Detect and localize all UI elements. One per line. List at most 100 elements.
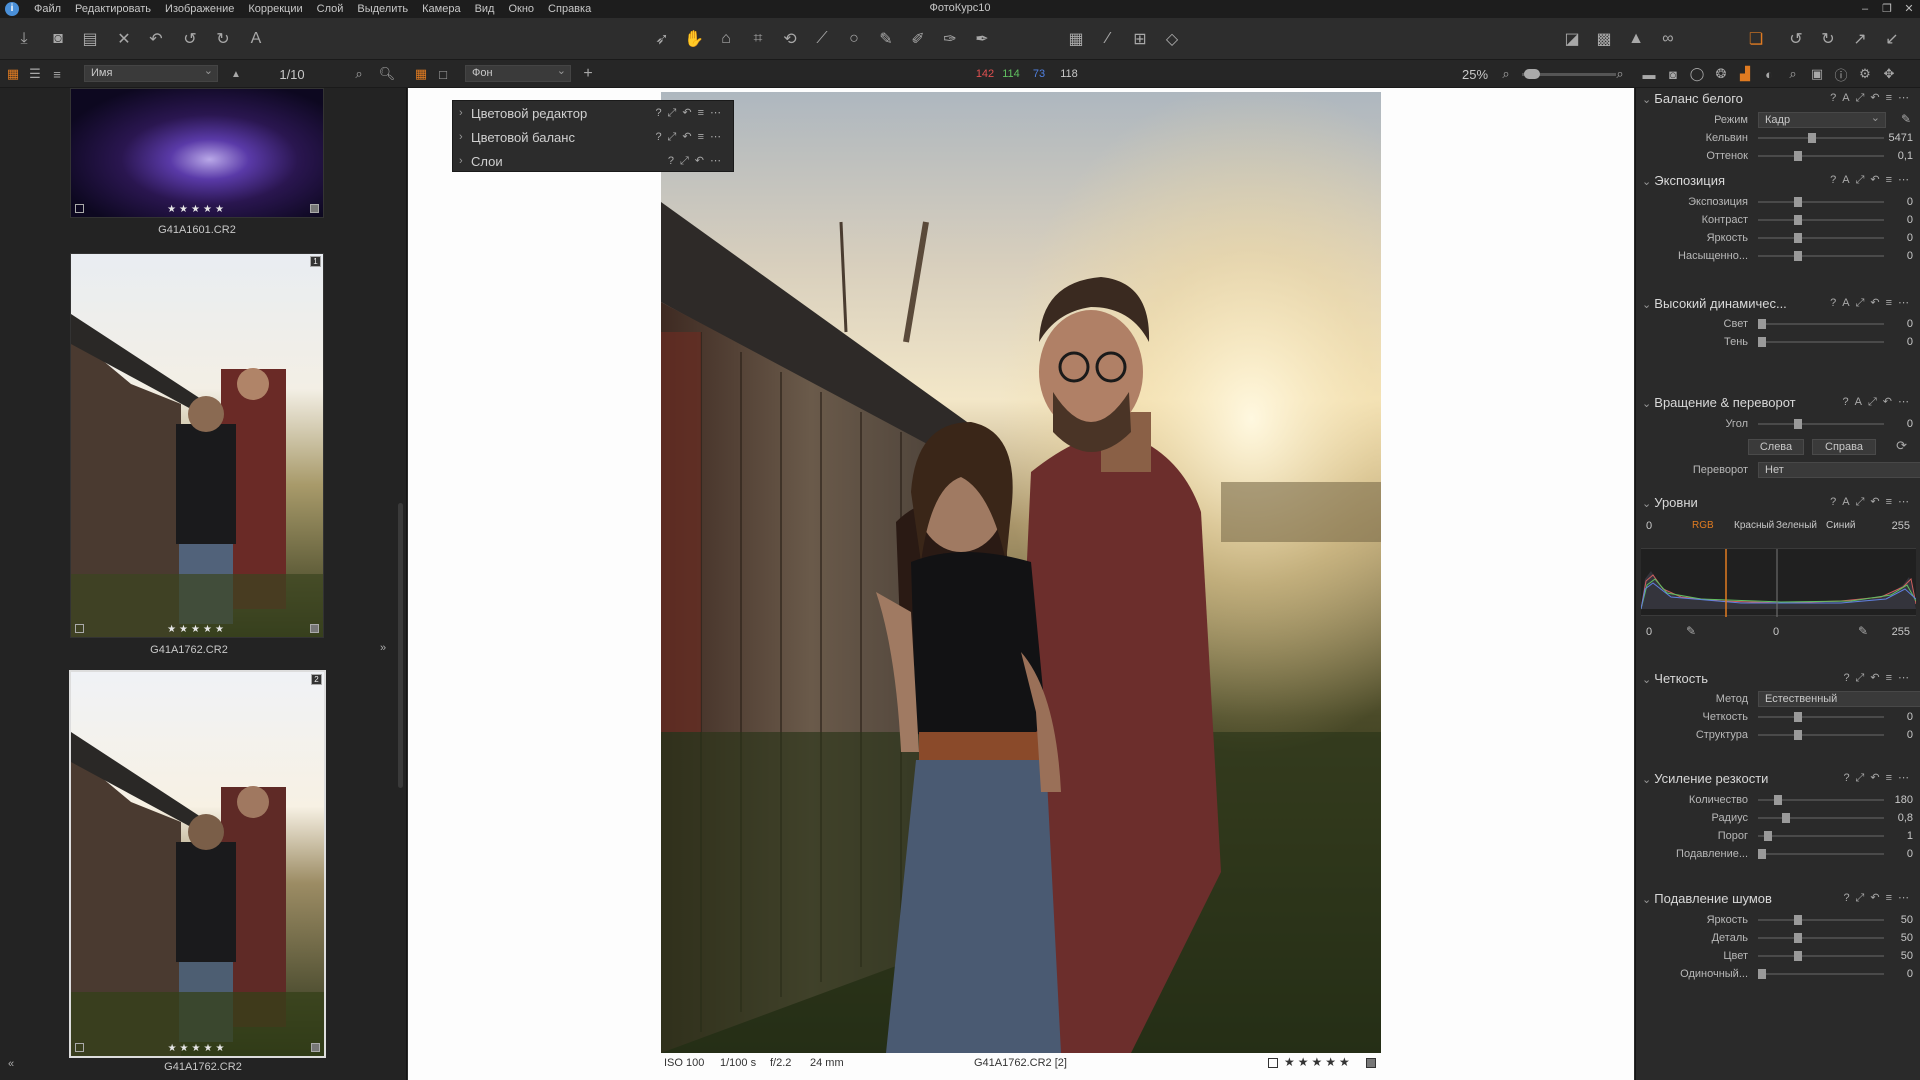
- main-photo[interactable]: [661, 92, 1381, 1053]
- section-exposure[interactable]: Экспозиция ?A⤢↶≡⋯: [1636, 170, 1920, 190]
- add-layer-icon[interactable]: +: [580, 64, 596, 84]
- section-actions-icons[interactable]: ?A⤢↶≡⋯: [1830, 91, 1915, 105]
- section-actions-icons[interactable]: ?⤢↶≡⋯: [1843, 771, 1915, 785]
- slider-value[interactable]: 0,8: [1898, 812, 1913, 824]
- slider-value[interactable]: 0: [1907, 214, 1913, 226]
- stamp-tool-icon[interactable]: ⌂: [714, 28, 738, 50]
- slider-value[interactable]: 50: [1901, 950, 1913, 962]
- section-high-dynamic-range[interactable]: Высокий динамичес... ?A⤢↶≡⋯: [1636, 293, 1920, 313]
- slider-track[interactable]: [1758, 155, 1884, 157]
- eyedropper-icon[interactable]: ✎: [1901, 112, 1911, 126]
- menu-adjustments[interactable]: Коррекции: [241, 3, 309, 15]
- tab-exposure-icon[interactable]: ▟: [1736, 64, 1754, 84]
- import-icon[interactable]: ⤓: [12, 28, 36, 50]
- menu-layer[interactable]: Слой: [310, 3, 351, 15]
- multi-view-icon[interactable]: ▦: [412, 64, 430, 84]
- gradient-tool-icon[interactable]: ✒: [970, 28, 994, 50]
- slider-track[interactable]: [1758, 323, 1884, 325]
- section-white-balance[interactable]: Баланс белого ?A⤢↶≡⋯: [1636, 88, 1920, 108]
- section-actions-icons[interactable]: ?A⤢↶≡⋯: [1830, 296, 1915, 310]
- slider-knob[interactable]: [1794, 712, 1802, 722]
- paste-icon[interactable]: ↙: [1880, 28, 1904, 50]
- tab-metadata-icon[interactable]: ⓘ: [1832, 64, 1850, 84]
- tool-actions-icons[interactable]: ?⤢↶≡⋯: [655, 106, 727, 120]
- slider-track[interactable]: [1758, 137, 1884, 139]
- slider-track[interactable]: [1758, 201, 1884, 203]
- slider-track[interactable]: [1758, 853, 1884, 855]
- panels-icon[interactable]: ▦: [1064, 28, 1088, 50]
- process-icon[interactable]: ▤: [78, 28, 102, 50]
- slider-knob[interactable]: [1758, 337, 1766, 347]
- thumbnail-2[interactable]: ★★★★★ 1: [70, 253, 324, 638]
- section-actions-icons[interactable]: ?⤢↶≡⋯: [1843, 671, 1915, 685]
- grid-overlay-icon[interactable]: ▩: [1592, 28, 1616, 50]
- slider-knob[interactable]: [1794, 915, 1802, 925]
- thumbnail-checkbox[interactable]: [75, 204, 84, 213]
- slider-knob[interactable]: [1794, 151, 1802, 161]
- slider-knob[interactable]: [1774, 795, 1782, 805]
- tool-actions-icons[interactable]: ?⤢↶⋯: [668, 154, 727, 168]
- text-tool-icon[interactable]: A: [244, 28, 268, 50]
- levels-tab-blue[interactable]: Синий: [1826, 520, 1856, 531]
- brush-tool-icon[interactable]: ✎: [874, 28, 898, 50]
- section-sharpening[interactable]: Усиление резкости ?⤢↶≡⋯: [1636, 768, 1920, 788]
- details-layout-icon[interactable]: ≡: [48, 64, 66, 84]
- slider-knob[interactable]: [1794, 251, 1802, 261]
- slider-knob[interactable]: [1794, 933, 1802, 943]
- tool-actions-icons[interactable]: ?⤢↶≡⋯: [655, 130, 727, 144]
- slider-knob[interactable]: [1758, 849, 1766, 859]
- apply-icon[interactable]: ↗: [1848, 28, 1872, 50]
- section-actions-icons[interactable]: ?A⤢↶≡⋯: [1830, 173, 1915, 187]
- tab-details-icon[interactable]: ◐: [1760, 64, 1778, 84]
- white-point-picker-icon[interactable]: ✎: [1858, 624, 1868, 638]
- redo-adjustments-icon[interactable]: ↻: [1816, 28, 1840, 50]
- thumbnail-rating[interactable]: ★★★★★: [71, 204, 323, 215]
- eraser-tool-icon[interactable]: ✑: [938, 28, 962, 50]
- zoom-browser-icon[interactable]: ⌕: [350, 64, 368, 84]
- slider-value[interactable]: 0: [1907, 336, 1913, 348]
- close-icon[interactable]: ✕: [1898, 0, 1920, 18]
- wb-mode-select[interactable]: Кадр: [1758, 111, 1886, 128]
- section-levels[interactable]: Уровни ?A⤢↶≡⋯: [1636, 492, 1920, 512]
- slider-track[interactable]: [1758, 255, 1884, 257]
- slider-knob[interactable]: [1794, 215, 1802, 225]
- select-cursor-icon[interactable]: ➶: [650, 28, 674, 50]
- zoom-out-icon[interactable]: ⌕: [1498, 64, 1514, 84]
- tab-settings-icon[interactable]: ⚙: [1856, 64, 1874, 84]
- slider-knob[interactable]: [1758, 969, 1766, 979]
- grid-layout-icon[interactable]: ▦: [4, 64, 22, 84]
- levels-histogram[interactable]: [1640, 548, 1917, 617]
- tool-color-balance[interactable]: › Цветовой баланс ?⤢↶≡⋯: [453, 125, 733, 149]
- slider-value[interactable]: 180: [1895, 794, 1913, 806]
- section-rotation[interactable]: Вращение & переворот ?A⤢↶⋯: [1636, 392, 1920, 412]
- slider-knob[interactable]: [1782, 813, 1790, 823]
- levels-input-low[interactable]: 0: [1646, 520, 1652, 532]
- eraser-view-icon[interactable]: ◇: [1160, 28, 1184, 50]
- section-actions-icons[interactable]: ?A⤢↶⋯: [1843, 395, 1915, 409]
- levels-output-high[interactable]: 255: [1892, 626, 1910, 638]
- thumbnail-1[interactable]: ★★★★★: [70, 88, 324, 218]
- menu-select[interactable]: Выделить: [350, 3, 415, 15]
- slider-knob[interactable]: [1794, 419, 1802, 429]
- rotate-tool-icon[interactable]: ⟲: [778, 28, 802, 50]
- info-checkbox[interactable]: [1268, 1058, 1278, 1068]
- flip-select[interactable]: Нет: [1758, 462, 1920, 478]
- hand-tool-icon[interactable]: ✋: [682, 28, 706, 50]
- section-noise-reduction[interactable]: Подавление шумов ?⤢↶≡⋯: [1636, 888, 1920, 908]
- slider-knob[interactable]: [1794, 730, 1802, 740]
- levels-input-high[interactable]: 255: [1892, 520, 1910, 532]
- levels-output-low[interactable]: 0: [1646, 626, 1652, 638]
- slider-track[interactable]: [1758, 341, 1884, 343]
- single-view-icon[interactable]: □: [434, 64, 452, 84]
- menu-camera[interactable]: Камера: [415, 3, 467, 15]
- wb-tint-value[interactable]: 0,1: [1898, 150, 1913, 162]
- thumbnail-rating[interactable]: ★★★★★: [71, 624, 323, 635]
- slider-track[interactable]: [1758, 955, 1884, 957]
- reset-adjustments-icon[interactable]: ↺: [1784, 28, 1808, 50]
- expand-variants-icon[interactable]: »: [380, 642, 386, 654]
- tab-batch-icon[interactable]: ✥: [1880, 64, 1898, 84]
- slider-value[interactable]: 0: [1907, 250, 1913, 262]
- sort-direction-icon[interactable]: ▲: [228, 64, 244, 84]
- slider-track[interactable]: [1758, 937, 1884, 939]
- undo-icon[interactable]: ↺: [178, 28, 202, 50]
